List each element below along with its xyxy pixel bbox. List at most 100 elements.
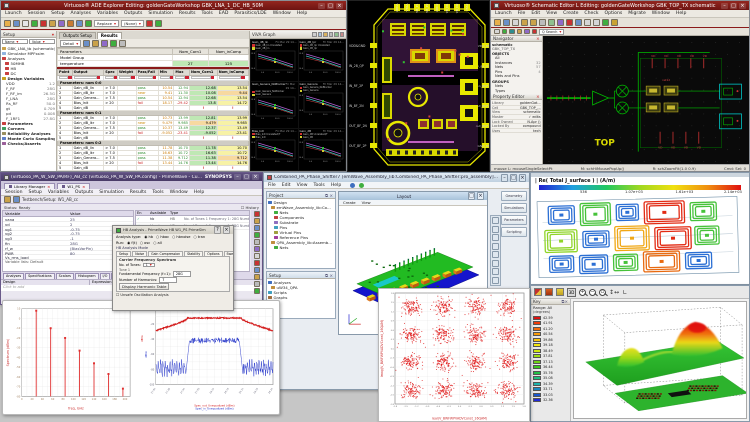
toolbar-icon[interactable] bbox=[584, 19, 591, 26]
open-icon[interactable] bbox=[4, 196, 11, 203]
menu-item[interactable]: Results bbox=[178, 11, 197, 16]
navigator-group-item[interactable]: Types bbox=[492, 89, 541, 94]
toolbar-icon[interactable] bbox=[4, 20, 11, 27]
toolbar-icon[interactable] bbox=[566, 19, 573, 26]
menu-item[interactable]: Edit bbox=[281, 183, 292, 188]
menu-item[interactable]: Window bbox=[272, 11, 292, 16]
side-toolbar-icon[interactable] bbox=[253, 225, 260, 231]
menu-item[interactable]: Edit bbox=[530, 11, 541, 16]
viva-toolbar-icon[interactable] bbox=[339, 32, 344, 37]
toolbar-icon[interactable] bbox=[22, 20, 29, 27]
toolbar-icon[interactable] bbox=[530, 19, 537, 26]
side-tab[interactable]: Geometry bbox=[501, 191, 527, 201]
radio-option[interactable]: ○ hbnoise bbox=[172, 235, 190, 239]
palette-icon[interactable] bbox=[556, 288, 564, 296]
menu-item[interactable]: File bbox=[517, 11, 527, 16]
menu-item[interactable]: File bbox=[267, 183, 277, 188]
window-tab[interactable]: Library Manager × bbox=[4, 183, 56, 189]
export-icon[interactable] bbox=[92, 39, 100, 47]
toolbar-icon[interactable] bbox=[67, 20, 74, 27]
menu-item[interactable]: Tools bbox=[200, 11, 213, 16]
bottom-tab[interactable]: Specifications bbox=[25, 273, 55, 279]
schematic-window-controls[interactable]: – □ × bbox=[721, 2, 746, 9]
primewave-window-controls[interactable]: – □ × bbox=[234, 174, 259, 180]
radio-option[interactable]: ○ hbac bbox=[156, 235, 169, 239]
3d-mode-toggle[interactable]: 3D bbox=[567, 287, 576, 297]
refresh-icon[interactable] bbox=[83, 39, 91, 47]
toolbar-icon[interactable] bbox=[593, 19, 600, 26]
panel-float-icon[interactable]: ⧉ × bbox=[325, 273, 333, 278]
dialog-tab[interactable]: Sweep bbox=[223, 251, 233, 256]
jsurface-canvas[interactable] bbox=[535, 196, 747, 280]
menu-item[interactable]: Window bbox=[169, 190, 189, 195]
side-toolbar-icon[interactable] bbox=[253, 267, 260, 273]
menu-item[interactable]: Create bbox=[342, 200, 357, 205]
viva-toolbar-icon[interactable] bbox=[328, 32, 333, 37]
menu-item[interactable]: Help bbox=[330, 183, 342, 188]
close-icon[interactable]: × bbox=[536, 36, 540, 41]
hb-dialog-titlebar[interactable]: HB Analysis - PrimeWave HB W1_PS PrimeSi… bbox=[113, 226, 233, 234]
panel-float-icon[interactable]: ⧉ × bbox=[325, 193, 333, 198]
dialog-tab[interactable]: Options bbox=[204, 251, 223, 256]
pan-icon[interactable]: ↕↔ bbox=[609, 289, 619, 296]
menu-item[interactable]: Launch bbox=[4, 11, 23, 16]
results-filter-row[interactable] bbox=[57, 74, 249, 81]
display-harmonic-table-button[interactable]: Display Harmonic Table bbox=[119, 282, 170, 290]
toolbar-icon[interactable] bbox=[611, 19, 618, 26]
menu-item[interactable]: Launch bbox=[494, 11, 513, 16]
view-tool-icon[interactable] bbox=[492, 276, 499, 284]
dialog-tab[interactable]: Setup bbox=[116, 251, 132, 256]
view-tool-icon[interactable] bbox=[492, 234, 499, 241]
view-tool-icon[interactable] bbox=[492, 259, 499, 267]
zoom-window-icon[interactable]: ▫ bbox=[599, 288, 606, 296]
viva-mini-plot[interactable]: Gain_dB_lpr Fri Mar 29 14... Gain_dB_lpr … bbox=[298, 40, 345, 82]
toolbar-icon[interactable] bbox=[85, 20, 92, 27]
side-toolbar-icon[interactable] bbox=[253, 232, 260, 238]
side-toolbar-icon[interactable] bbox=[253, 239, 260, 245]
toolbar-icon[interactable] bbox=[575, 19, 582, 26]
search-input[interactable]: Q Search ▾ bbox=[539, 28, 565, 35]
toolbar-icon[interactable] bbox=[531, 28, 537, 35]
ade-titlebar[interactable]: Virtuoso® ADE Explorer Editing: goldenGa… bbox=[1, 1, 346, 10]
viva-mini-plot[interactable]: Bias_Init Fri Mar 29 14... Bias_Init Unre… bbox=[251, 128, 298, 170]
menu-item[interactable]: Window bbox=[651, 11, 671, 16]
analysis-row[interactable]: ✓ hb HB No. of Tones 1 Frequency 1: 28G Num… bbox=[136, 216, 249, 223]
menu-item[interactable]: Help bbox=[675, 11, 687, 16]
side-tab[interactable]: Scripting bbox=[501, 227, 527, 237]
close-icon[interactable]: × bbox=[536, 94, 540, 99]
toolbar-icon[interactable] bbox=[512, 19, 519, 26]
parameter-row[interactable]: temperature 27 125 bbox=[57, 60, 249, 67]
results-row[interactable]: 5 Gain_dB!! bbox=[57, 165, 249, 171]
toolbar-icon[interactable] bbox=[494, 19, 501, 26]
property-row[interactable]: Uses tech bbox=[492, 129, 541, 134]
value-filter-input[interactable]: Value ▾ bbox=[29, 39, 55, 44]
viva-toolbar-icon[interactable] bbox=[323, 32, 328, 37]
replace-combo[interactable]: Replace ▾ bbox=[94, 20, 120, 27]
constellation-chart[interactable]: -1.8-1.8-1.5-1.5-1.2-1.2-0.9-0.9-0.6-0.6… bbox=[379, 289, 529, 421]
menu-item[interactable]: View bbox=[545, 11, 558, 16]
side-toolbar-icon[interactable] bbox=[253, 253, 260, 259]
menu-item[interactable]: Simulation bbox=[147, 11, 173, 16]
edit-pen-icon[interactable] bbox=[534, 288, 542, 296]
bottom-tab[interactable]: Histogram bbox=[74, 273, 99, 279]
filter-icon[interactable] bbox=[101, 39, 109, 47]
viva-toolbar-icon[interactable] bbox=[334, 32, 339, 37]
side-toolbar-icon[interactable] bbox=[253, 246, 260, 252]
menu-item[interactable]: Simulation bbox=[98, 190, 124, 195]
view-tool-icon[interactable] bbox=[492, 251, 499, 258]
tab-results[interactable]: Results bbox=[96, 32, 122, 39]
radio-option[interactable]: ○ tran bbox=[193, 235, 205, 239]
side-tab[interactable]: Parameters bbox=[501, 215, 527, 225]
panel-menu-icon[interactable]: ▾ bbox=[52, 32, 54, 37]
bottom-tab[interactable]: I/O bbox=[99, 273, 111, 279]
menu-item[interactable]: Help bbox=[193, 190, 205, 195]
panel-buttons[interactable]: ⧉× bbox=[562, 299, 569, 304]
harmonics-stem-chart[interactable]: -80-70-60-50-40-30-20-100100 20 40 60 80 100 1… bbox=[5, 303, 135, 412]
radio-option[interactable]: ◉ f(t) bbox=[127, 241, 137, 245]
radio-option[interactable]: ○ all bbox=[153, 241, 161, 245]
menu-item[interactable]: Tools bbox=[151, 190, 164, 195]
menu-item[interactable]: Create bbox=[562, 11, 579, 16]
menu-item[interactable]: EAD bbox=[218, 11, 230, 16]
menu-item[interactable]: Migrate bbox=[627, 11, 647, 16]
project-tree-item[interactable]: 1QPA_Assembly_lib:Assemb... bbox=[268, 240, 334, 245]
